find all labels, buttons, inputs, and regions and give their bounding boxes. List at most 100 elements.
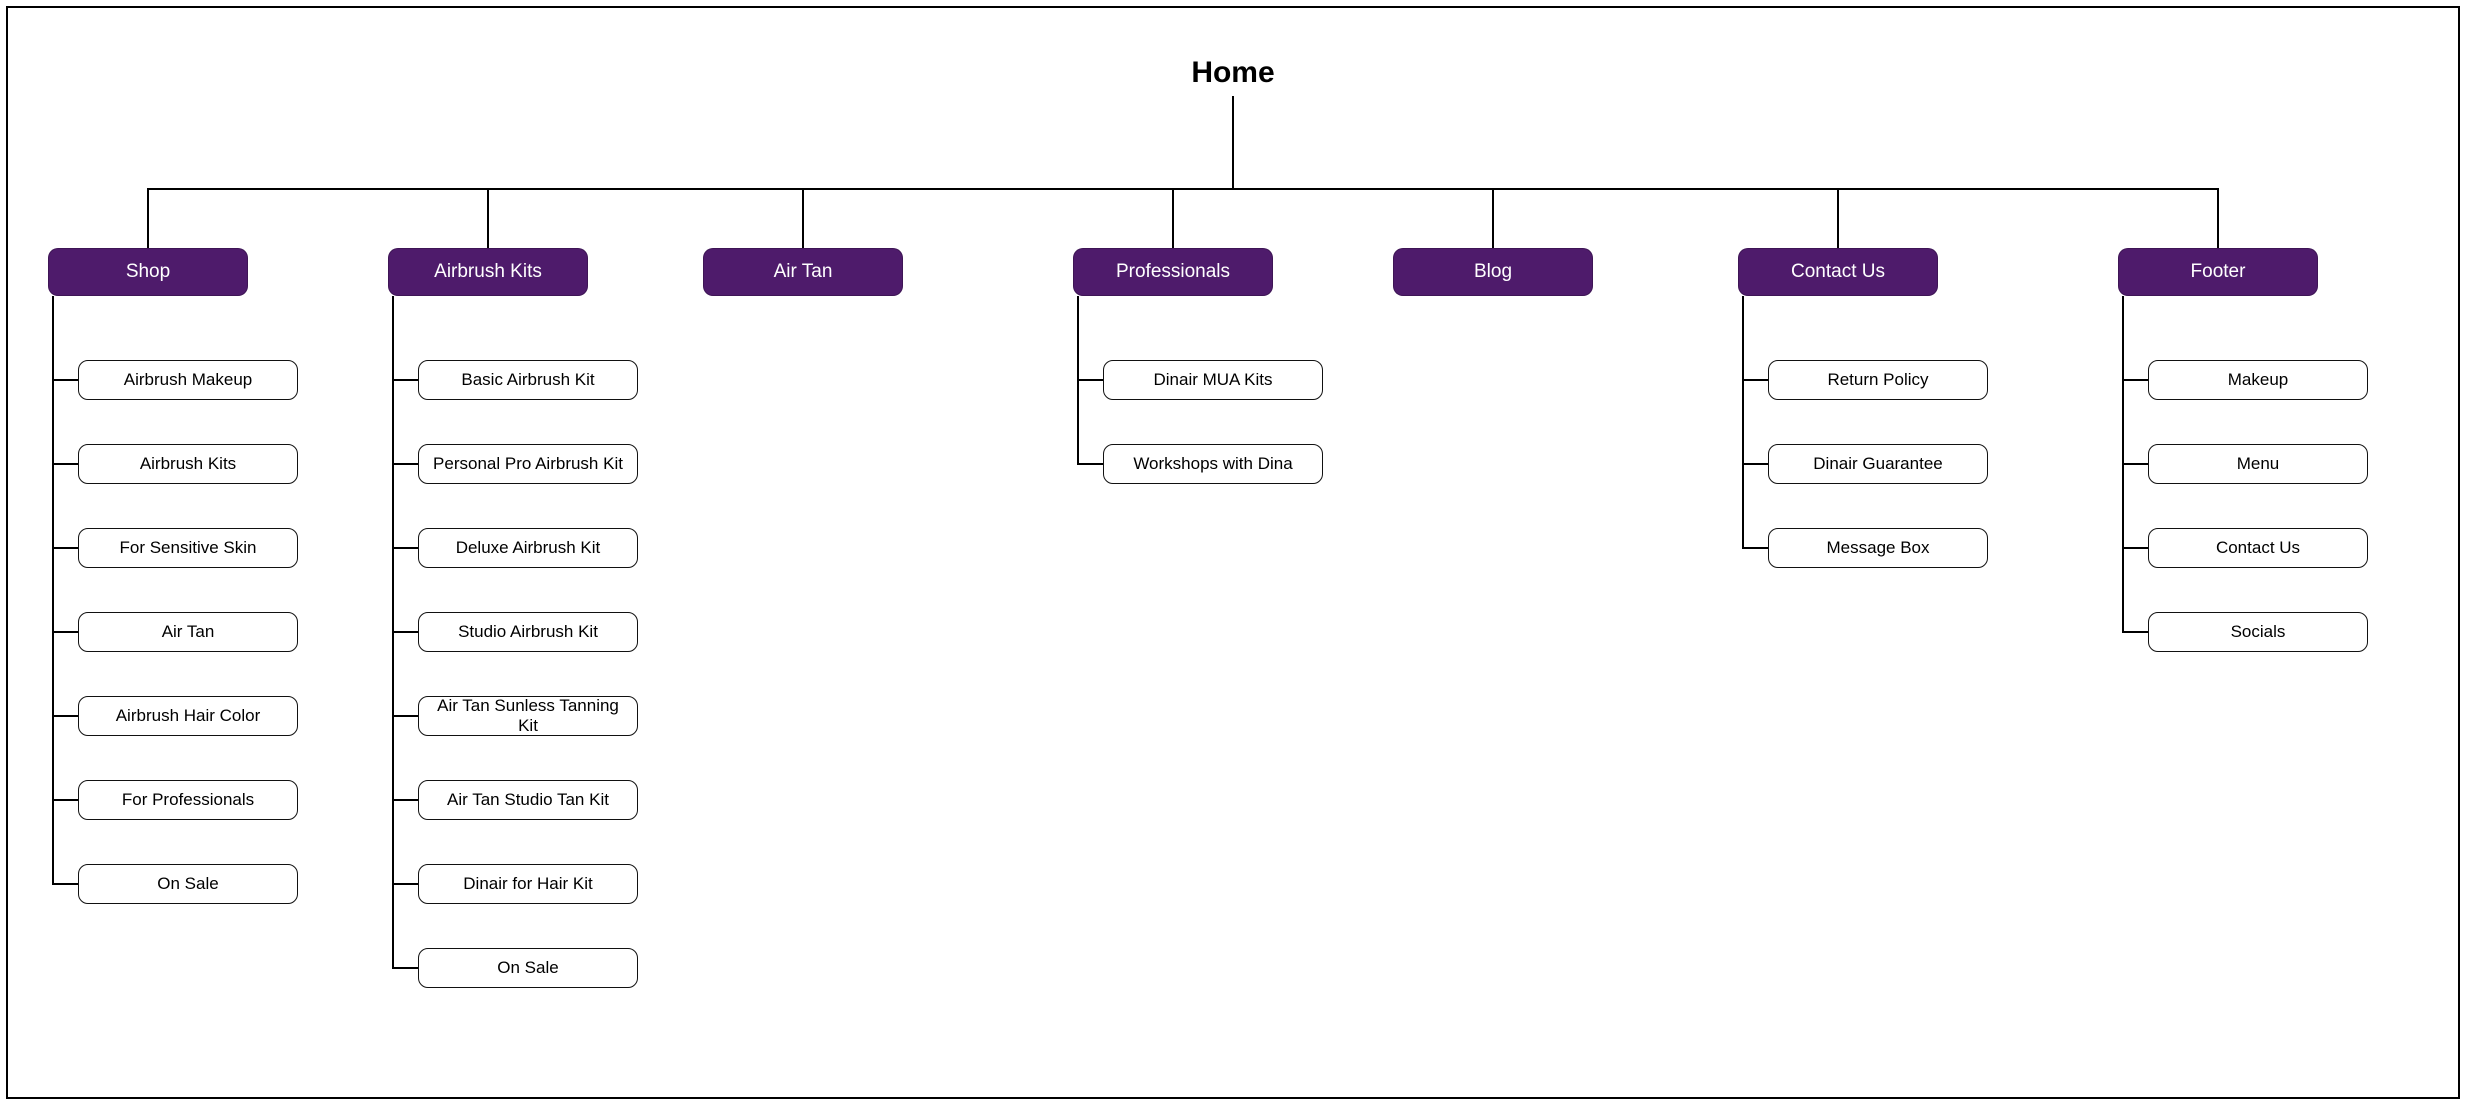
connector-tick (1742, 547, 1768, 549)
child-label: Menu (2237, 454, 2280, 474)
connector-root-stem (1232, 96, 1234, 188)
connector-tick (52, 379, 78, 381)
child-airbrush-kits-3[interactable]: Studio Airbrush Kit (418, 612, 638, 652)
connector-tick (52, 715, 78, 717)
child-item: Message Box (1768, 528, 1988, 568)
connector-tick (392, 883, 418, 885)
child-item: For Sensitive Skin (78, 528, 298, 568)
children-professionals: Dinair MUA Kits Workshops with Dina (1073, 316, 1323, 484)
connector-drop-shop (147, 188, 149, 248)
child-label: Airbrush Kits (140, 454, 236, 474)
child-item: Menu (2148, 444, 2368, 484)
child-airbrush-kits-7[interactable]: On Sale (418, 948, 638, 988)
connector-drop-blog (1492, 188, 1494, 248)
child-label: Air Tan Studio Tan Kit (447, 790, 609, 810)
child-shop-1[interactable]: Airbrush Kits (78, 444, 298, 484)
child-label: Return Policy (1827, 370, 1928, 390)
category-label: Airbrush Kits (434, 261, 542, 283)
child-item: Deluxe Airbrush Kit (418, 528, 638, 568)
child-item: On Sale (78, 864, 298, 904)
child-airbrush-kits-0[interactable]: Basic Airbrush Kit (418, 360, 638, 400)
connector-tick (392, 967, 418, 969)
connector-drop-airbrush-kits (487, 188, 489, 248)
category-professionals[interactable]: Professionals (1073, 248, 1273, 296)
category-airbrush-kits[interactable]: Airbrush Kits (388, 248, 588, 296)
child-item: Air Tan (78, 612, 298, 652)
child-contact-us-0[interactable]: Return Policy (1768, 360, 1988, 400)
connector-tick (1077, 379, 1103, 381)
child-label: Basic Airbrush Kit (461, 370, 594, 390)
child-label: On Sale (157, 874, 218, 894)
category-contact-us[interactable]: Contact Us (1738, 248, 1938, 296)
child-airbrush-kits-4[interactable]: Air Tan Sunless Tanning Kit (418, 696, 638, 736)
child-footer-0[interactable]: Makeup (2148, 360, 2368, 400)
child-shop-3[interactable]: Air Tan (78, 612, 298, 652)
child-shop-0[interactable]: Airbrush Makeup (78, 360, 298, 400)
connector-drop-contact-us (1837, 188, 1839, 248)
child-shop-5[interactable]: For Professionals (78, 780, 298, 820)
child-label: Dinair for Hair Kit (463, 874, 592, 894)
child-label: Air Tan (162, 622, 215, 642)
category-shop[interactable]: Shop (48, 248, 248, 296)
root-label: Home (1191, 56, 1274, 89)
child-contact-us-2[interactable]: Message Box (1768, 528, 1988, 568)
category-label: Professionals (1116, 261, 1230, 283)
connector-tick (1742, 463, 1768, 465)
child-professionals-0[interactable]: Dinair MUA Kits (1103, 360, 1323, 400)
child-label: Workshops with Dina (1133, 454, 1292, 474)
child-item: Airbrush Kits (78, 444, 298, 484)
child-shop-4[interactable]: Airbrush Hair Color (78, 696, 298, 736)
connector-drop-professionals (1172, 188, 1174, 248)
child-footer-3[interactable]: Socials (2148, 612, 2368, 652)
root-node-home: Home (8, 56, 2458, 90)
child-label: Makeup (2228, 370, 2288, 390)
category-blog[interactable]: Blog (1393, 248, 1593, 296)
child-contact-us-1[interactable]: Dinair Guarantee (1768, 444, 1988, 484)
child-footer-2[interactable]: Contact Us (2148, 528, 2368, 568)
category-label: Shop (126, 261, 170, 283)
child-label: Airbrush Hair Color (116, 706, 261, 726)
child-shop-6[interactable]: On Sale (78, 864, 298, 904)
child-item: For Professionals (78, 780, 298, 820)
child-label: For Professionals (122, 790, 254, 810)
column-air-tan: Air Tan (703, 248, 903, 296)
child-item: Workshops with Dina (1103, 444, 1323, 484)
connector-tick (2122, 631, 2148, 633)
child-airbrush-kits-6[interactable]: Dinair for Hair Kit (418, 864, 638, 904)
category-air-tan[interactable]: Air Tan (703, 248, 903, 296)
child-item: Airbrush Hair Color (78, 696, 298, 736)
category-label: Air Tan (774, 261, 833, 283)
child-professionals-1[interactable]: Workshops with Dina (1103, 444, 1323, 484)
children-shop: Airbrush Makeup Airbrush Kits For Sensitiv… (48, 316, 298, 904)
connector-tick (52, 547, 78, 549)
child-label: For Sensitive Skin (120, 538, 257, 558)
child-label: On Sale (497, 958, 558, 978)
column-footer: Footer Makeup Menu Contact Us Socials (2118, 248, 2318, 652)
children-footer: Makeup Menu Contact Us Socials (2118, 316, 2368, 652)
children-airbrush-kits: Basic Airbrush Kit Personal Pro Airbrush … (388, 316, 638, 988)
child-item: Contact Us (2148, 528, 2368, 568)
child-label: Contact Us (2216, 538, 2300, 558)
connector-tick (52, 799, 78, 801)
child-shop-2[interactable]: For Sensitive Skin (78, 528, 298, 568)
child-item: Dinair MUA Kits (1103, 360, 1323, 400)
child-label: Studio Airbrush Kit (458, 622, 598, 642)
column-contact-us: Contact UsReturn PolicyDinair GuaranteeM… (1738, 248, 1938, 568)
connector-tick (392, 547, 418, 549)
child-label: Deluxe Airbrush Kit (456, 538, 601, 558)
child-airbrush-kits-2[interactable]: Deluxe Airbrush Kit (418, 528, 638, 568)
child-label: Message Box (1827, 538, 1930, 558)
child-item: Basic Airbrush Kit (418, 360, 638, 400)
child-footer-1[interactable]: Menu (2148, 444, 2368, 484)
child-item: Dinair Guarantee (1768, 444, 1988, 484)
connector-tick (2122, 547, 2148, 549)
connector-tick (392, 799, 418, 801)
child-airbrush-kits-5[interactable]: Air Tan Studio Tan Kit (418, 780, 638, 820)
category-footer[interactable]: Footer (2118, 248, 2318, 296)
column-blog: Blog (1393, 248, 1593, 296)
category-label: Footer (2191, 261, 2246, 283)
connector-drop-air-tan (802, 188, 804, 248)
child-label: Socials (2231, 622, 2286, 642)
column-professionals: ProfessionalsDinair MUA KitsWorkshops wi… (1073, 248, 1273, 484)
child-airbrush-kits-1[interactable]: Personal Pro Airbrush Kit (418, 444, 638, 484)
